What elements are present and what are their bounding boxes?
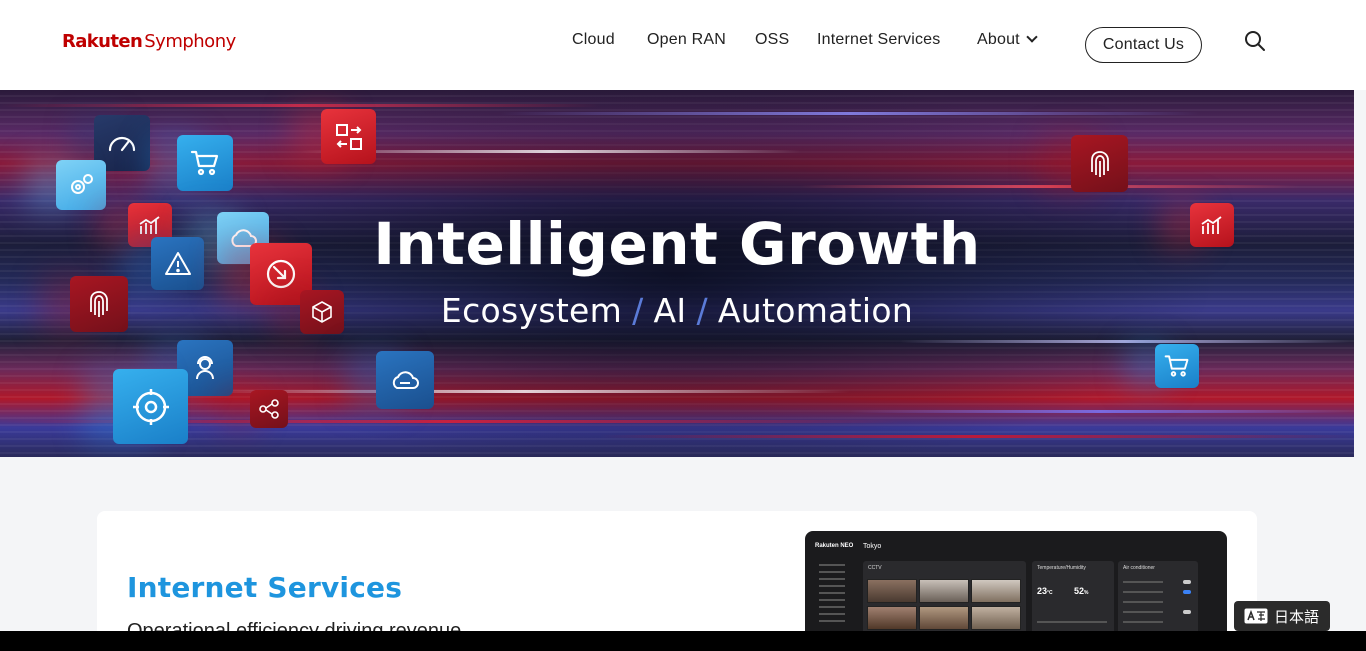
search-icon[interactable] bbox=[1243, 29, 1267, 53]
nav-about-label: About bbox=[977, 31, 1020, 48]
contact-us-button[interactable]: Contact Us bbox=[1085, 27, 1202, 63]
cart-icon bbox=[177, 135, 233, 191]
chevron-down-icon bbox=[1026, 31, 1038, 43]
hero-subtitle-ai: AI bbox=[653, 291, 687, 330]
panel-title: Temperature/Humidity bbox=[1037, 565, 1086, 571]
panel-title: Air conditioner bbox=[1123, 565, 1155, 571]
dashboard-logo: Rakuten NEO bbox=[815, 543, 854, 549]
hero-subtitle-separator: / bbox=[696, 291, 708, 330]
wrench-gear-icon bbox=[113, 369, 188, 444]
hero-title: Intelligent Growth bbox=[373, 210, 981, 278]
fingerprint-icon bbox=[1071, 135, 1128, 192]
bottom-bar bbox=[0, 631, 1366, 651]
humidity-value: 52% bbox=[1074, 586, 1089, 596]
temperature-value: 23°C bbox=[1037, 586, 1053, 596]
card-title: Internet Services bbox=[127, 571, 403, 604]
nav-open-ran[interactable]: Open RAN bbox=[647, 31, 726, 49]
hero-subtitle: Ecosystem / AI / Automation bbox=[0, 291, 1354, 330]
translate-icon bbox=[1244, 608, 1268, 624]
language-label: 日本語 bbox=[1274, 608, 1320, 626]
nav-cloud[interactable]: Cloud bbox=[572, 31, 615, 49]
arrows-swap-icon bbox=[321, 109, 376, 164]
nav-internet-services[interactable]: Internet Services bbox=[817, 31, 940, 49]
nav-oss[interactable]: OSS bbox=[755, 31, 789, 49]
network-icon bbox=[250, 390, 288, 428]
cloud-icon bbox=[376, 351, 434, 409]
panel-title: CCTV bbox=[868, 565, 882, 571]
hero-subtitle-automation: Automation bbox=[717, 291, 914, 330]
settings-icon bbox=[56, 160, 106, 210]
cart-icon bbox=[1155, 344, 1199, 388]
dashboard-location: Tokyo bbox=[863, 543, 882, 550]
nav-about[interactable]: About bbox=[977, 31, 1038, 49]
hero-subtitle-separator: / bbox=[632, 291, 644, 330]
internet-services-card: Internet Services Operational efficiency… bbox=[97, 511, 1257, 651]
language-switch-button[interactable]: 日本語 bbox=[1234, 601, 1330, 631]
scrollbar-track[interactable] bbox=[1354, 90, 1366, 631]
site-header: Rakuten Symphony Cloud Open RAN OSS Inte… bbox=[0, 0, 1366, 90]
hero-subtitle-ecosystem: Ecosystem bbox=[440, 291, 623, 330]
hero-banner: Intelligent Growth Ecosystem / AI / Automati… bbox=[0, 90, 1354, 457]
